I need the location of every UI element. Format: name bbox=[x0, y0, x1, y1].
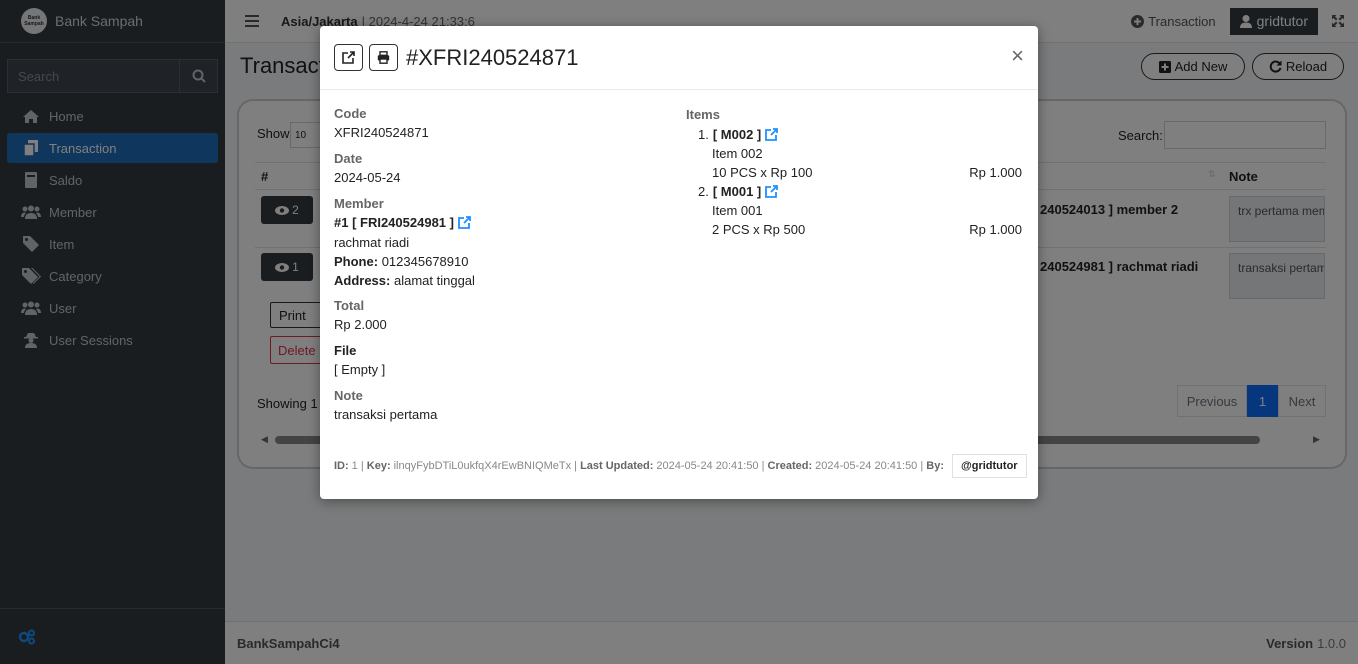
list-item: 2. [ M001 ] Item 001 2 PCS x Rp 500 Rp 1… bbox=[698, 182, 1022, 239]
date-section: Date 2024-05-24 bbox=[334, 151, 401, 185]
address-label: Address: bbox=[334, 273, 391, 288]
meta-updated: 2024-05-24 20:41:50 | bbox=[656, 460, 765, 472]
item-code[interactable]: [ M002 ] bbox=[713, 127, 761, 142]
item-qty: 2 PCS x Rp 500 bbox=[712, 222, 806, 237]
note-label: Note bbox=[334, 388, 363, 403]
items-section: Items 1. [ M002 ] Item 002 10 PCS x Rp 1… bbox=[686, 107, 1022, 239]
item-name: Item 002 bbox=[712, 146, 763, 161]
meta-created: 2024-05-24 20:41:50 | bbox=[815, 460, 924, 472]
print-modal-button[interactable] bbox=[369, 44, 398, 71]
date-label: Date bbox=[334, 151, 363, 166]
note-section: Note transaksi pertama bbox=[334, 388, 437, 422]
meta-key-label: Key: bbox=[366, 460, 391, 472]
item-number: 1. bbox=[698, 127, 709, 142]
file-section: File [ Empty ] bbox=[334, 343, 385, 377]
item-code[interactable]: [ M001 ] bbox=[713, 184, 761, 199]
member-label: Member bbox=[334, 196, 384, 211]
code-label: Code bbox=[334, 106, 367, 121]
meta-created-label: Created: bbox=[767, 460, 813, 472]
external-link-icon bbox=[342, 51, 355, 64]
item-qty: 10 PCS x Rp 100 bbox=[712, 165, 813, 180]
phone-value: 012345678910 bbox=[381, 254, 469, 269]
item-number: 2. bbox=[698, 184, 709, 199]
external-link-icon[interactable] bbox=[458, 216, 471, 229]
external-link-icon[interactable] bbox=[765, 128, 779, 141]
item-name: Item 001 bbox=[712, 203, 763, 218]
meta-id-label: ID: bbox=[334, 460, 349, 472]
address-value: alamat tinggal bbox=[393, 273, 475, 288]
print-icon bbox=[377, 51, 390, 64]
meta-updated-label: Last Updated: bbox=[580, 460, 654, 472]
total-section: Total Rp 2.000 bbox=[334, 298, 387, 332]
date-value: 2024-05-24 bbox=[334, 170, 401, 185]
item-subtotal: Rp 1.000 bbox=[969, 222, 1022, 237]
total-value: Rp 2.000 bbox=[334, 317, 387, 332]
member-name: rachmat riadi bbox=[334, 235, 410, 250]
meta-id: 1 | bbox=[351, 460, 364, 472]
member-section: Member #1 [ FRI240524981 ] rachmat riadi… bbox=[334, 196, 475, 288]
member-id[interactable]: #1 [ FRI240524981 ] bbox=[334, 215, 454, 230]
meta-by-label: By: bbox=[926, 460, 945, 472]
transaction-detail-modal: #XFRI240524871 × Code XFRI240524871 Date… bbox=[320, 26, 1038, 499]
meta-key: ilnqyFybDTiL0ukfqX4rEwBNIQMeTx | bbox=[393, 460, 577, 472]
list-item: 1. [ M002 ] Item 002 10 PCS x Rp 100 Rp … bbox=[698, 125, 1022, 182]
code-section: Code XFRI240524871 bbox=[334, 106, 429, 140]
modal-header: #XFRI240524871 × bbox=[320, 26, 1038, 90]
author-badge[interactable]: @gridtutor bbox=[952, 454, 1027, 478]
items-list: 1. [ M002 ] Item 002 10 PCS x Rp 100 Rp … bbox=[686, 125, 1022, 239]
note-value: transaksi pertama bbox=[334, 407, 438, 422]
modal-title: #XFRI240524871 bbox=[406, 44, 579, 70]
external-link-icon[interactable] bbox=[765, 185, 779, 198]
file-value: [ Empty ] bbox=[334, 362, 386, 377]
code-value: XFRI240524871 bbox=[334, 125, 429, 140]
item-subtotal: Rp 1.000 bbox=[969, 165, 1022, 180]
phone-label: Phone: bbox=[334, 254, 379, 269]
file-label: File bbox=[334, 343, 357, 358]
total-label: Total bbox=[334, 298, 365, 313]
open-external-button[interactable] bbox=[334, 44, 363, 71]
record-meta: ID: 1 | Key: ilnqyFybDTiL0ukfqX4rEwBNIQMeT… bbox=[334, 454, 1027, 478]
close-icon[interactable]: × bbox=[1011, 43, 1024, 69]
items-label: Items bbox=[686, 107, 720, 122]
